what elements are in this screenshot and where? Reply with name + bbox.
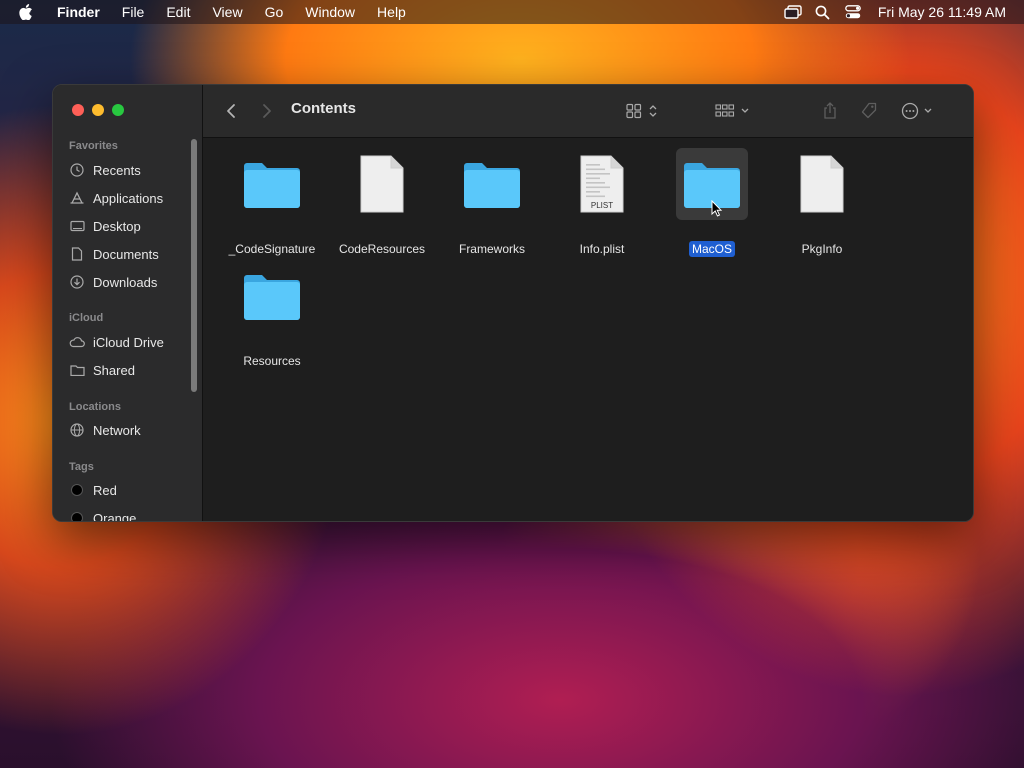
- minimize-window-button[interactable]: [92, 104, 104, 116]
- folder-icon: [456, 148, 528, 220]
- tag-dot-icon: [69, 482, 85, 498]
- sidebar: Favorites Recents Applications Desktop D…: [53, 85, 203, 521]
- share-icon[interactable]: [819, 99, 841, 123]
- tag-dot-icon: [69, 510, 85, 521]
- sidebar-section-icloud: iCloud: [69, 312, 104, 324]
- sidebar-item-network[interactable]: Network: [69, 419, 141, 441]
- sidebar-section-tags: Tags: [69, 461, 94, 473]
- file-grid: _CodeSignature CodeResources Frameworks PLI…: [203, 138, 973, 521]
- more-actions-button[interactable]: [899, 99, 939, 123]
- file-item[interactable]: _CodeSignature: [217, 148, 327, 258]
- spotlight-search-icon[interactable]: [808, 0, 838, 24]
- globe-icon: [69, 422, 85, 438]
- file-item-label: CodeResources: [338, 242, 426, 256]
- shared-folder-icon: [69, 362, 85, 378]
- sidebar-item-shared[interactable]: Shared: [69, 359, 135, 381]
- forward-button[interactable]: [257, 99, 277, 123]
- clock-icon: [69, 162, 85, 178]
- group-by-button[interactable]: [713, 99, 753, 123]
- menu-window[interactable]: Window: [294, 0, 366, 24]
- file-item-label: Frameworks: [458, 242, 525, 256]
- mouse-cursor-icon: [711, 199, 723, 222]
- sidebar-scrollbar[interactable]: [191, 139, 197, 392]
- tag-icon[interactable]: [857, 99, 881, 123]
- screen-mirroring-icon[interactable]: [778, 0, 808, 24]
- finder-window: Favorites Recents Applications Desktop D…: [52, 84, 974, 522]
- file-icon: PLIST: [566, 148, 638, 220]
- window-title: Contents: [291, 100, 356, 117]
- window-controls: [72, 104, 124, 116]
- close-window-button[interactable]: [72, 104, 84, 116]
- file-item[interactable]: PkgInfo: [767, 148, 877, 258]
- view-mode-icon-button[interactable]: [623, 99, 663, 123]
- back-button[interactable]: [221, 99, 241, 123]
- sidebar-section-favorites: Favorites: [69, 140, 118, 152]
- menu-file[interactable]: File: [111, 0, 156, 24]
- sidebar-item-tag-orange[interactable]: Orange: [69, 507, 136, 521]
- sidebar-section-locations: Locations: [69, 401, 121, 413]
- menu-finder[interactable]: Finder: [46, 0, 111, 24]
- menu-bar: Finder File Edit View Go Window Help Fri…: [0, 0, 1024, 24]
- sidebar-item-desktop[interactable]: Desktop: [69, 215, 141, 237]
- svg-text:PLIST: PLIST: [591, 201, 613, 210]
- cloud-icon: [69, 334, 85, 350]
- file-icon: [786, 148, 858, 220]
- download-icon: [69, 274, 85, 290]
- file-item-label: _CodeSignature: [228, 242, 316, 256]
- sidebar-item-applications[interactable]: Applications: [69, 187, 163, 209]
- file-item-label: MacOS: [688, 241, 735, 257]
- folder-icon: [236, 260, 308, 332]
- file-item[interactable]: PLIST Info.plist: [547, 148, 657, 258]
- file-item[interactable]: Resources: [217, 260, 327, 370]
- menu-view[interactable]: View: [201, 0, 253, 24]
- applications-icon: [69, 190, 85, 206]
- file-item[interactable]: Frameworks: [437, 148, 547, 258]
- menu-clock[interactable]: Fri May 26 11:49 AM: [868, 4, 1024, 20]
- document-icon: [69, 246, 85, 262]
- sidebar-item-downloads[interactable]: Downloads: [69, 271, 157, 293]
- zoom-window-button[interactable]: [112, 104, 124, 116]
- menu-edit[interactable]: Edit: [155, 0, 201, 24]
- control-center-icon[interactable]: [838, 0, 868, 24]
- file-item-label: Resources: [243, 354, 301, 368]
- folder-icon: [236, 148, 308, 220]
- sidebar-item-documents[interactable]: Documents: [69, 243, 159, 265]
- file-icon: [346, 148, 418, 220]
- sidebar-item-icloud-drive[interactable]: iCloud Drive: [69, 331, 164, 353]
- sidebar-item-recents[interactable]: Recents: [69, 159, 141, 181]
- sidebar-item-tag-red[interactable]: Red: [69, 479, 117, 501]
- file-item[interactable]: CodeResources: [327, 148, 437, 258]
- desktop-icon: [69, 218, 85, 234]
- file-item-label: Info.plist: [579, 242, 625, 256]
- file-item-label: PkgInfo: [801, 242, 843, 256]
- apple-menu-icon[interactable]: [18, 0, 34, 24]
- toolbar: Contents: [203, 85, 973, 138]
- menu-go[interactable]: Go: [254, 0, 295, 24]
- menu-help[interactable]: Help: [366, 0, 417, 24]
